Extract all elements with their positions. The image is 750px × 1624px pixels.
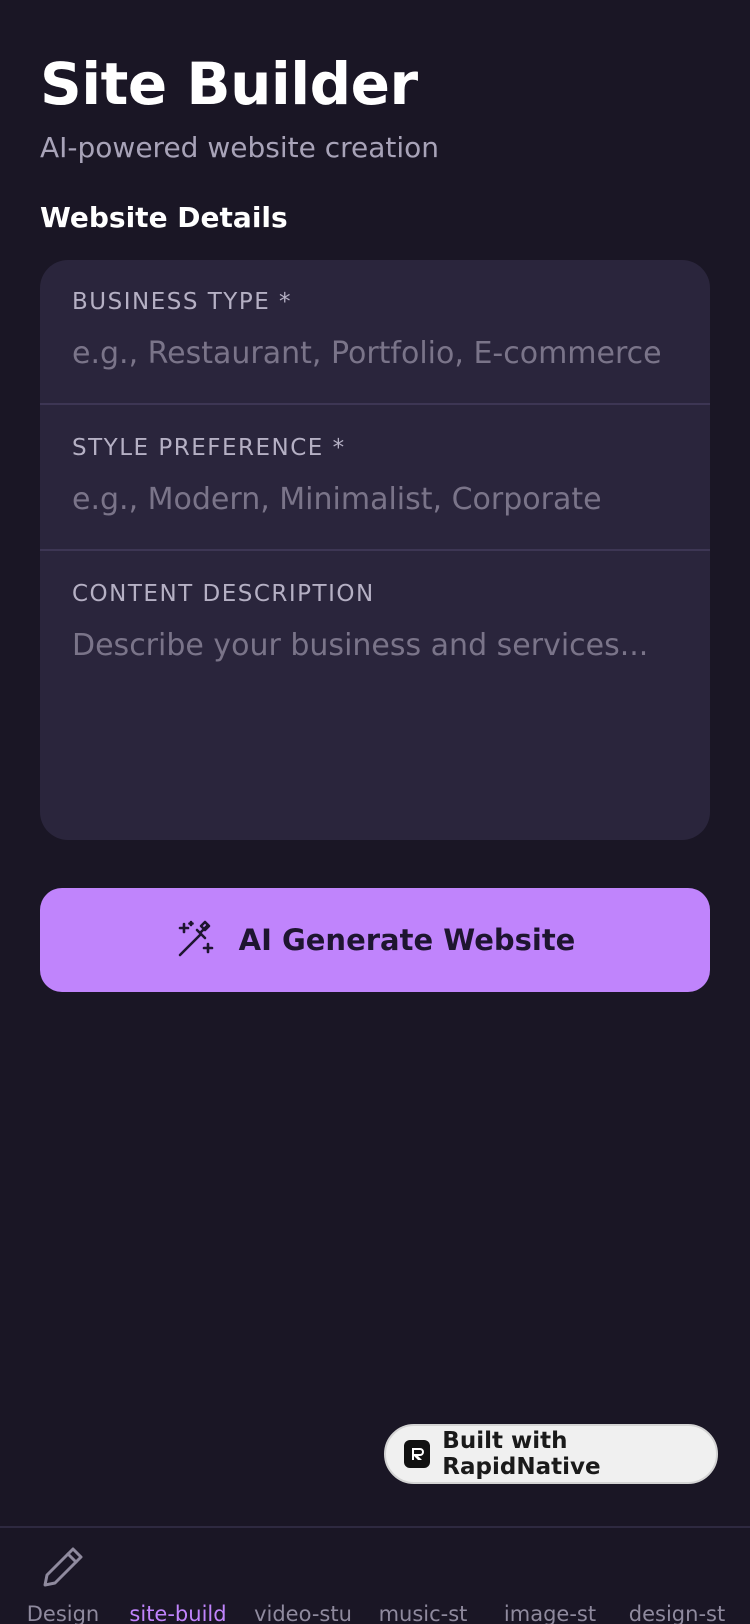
pencil-icon: [43, 1547, 83, 1587]
rapidnative-logo-icon: [404, 1440, 431, 1468]
tab-design-studio[interactable]: design-st: [622, 1528, 732, 1624]
page-subtitle: AI-powered website creation: [40, 131, 440, 164]
business-type-input[interactable]: [72, 332, 682, 376]
tab-label: Design: [26, 1602, 100, 1624]
business-type-field: BUSINESS TYPE *: [40, 260, 710, 405]
tab-label: site-build: [129, 1602, 227, 1624]
content-description-field: CONTENT DESCRIPTION: [40, 552, 710, 840]
built-with-label: Built with RapidNative: [442, 1428, 601, 1480]
page-title: Site Builder: [40, 50, 418, 118]
website-details-form: BUSINESS TYPE * STYLE PREFERENCE * CONTE…: [40, 260, 710, 840]
style-preference-field: STYLE PREFERENCE *: [40, 406, 710, 551]
style-preference-input[interactable]: [72, 478, 682, 522]
style-preference-label: STYLE PREFERENCE *: [72, 435, 346, 461]
bottom-tab-bar: Design site-build video-stu music-st ima…: [0, 1526, 750, 1624]
tab-image-studio[interactable]: image-st: [495, 1528, 605, 1624]
built-with-rapidnative-badge[interactable]: Built with RapidNative: [384, 1424, 718, 1484]
content-description-label: CONTENT DESCRIPTION: [72, 581, 375, 607]
section-title: Website Details: [40, 201, 288, 234]
tab-video-studio[interactable]: video-stu: [248, 1528, 358, 1624]
business-type-label: BUSINESS TYPE *: [72, 289, 293, 315]
tab-label: image-st: [503, 1602, 597, 1624]
tab-music-studio[interactable]: music-st: [368, 1528, 478, 1624]
ai-generate-website-button[interactable]: AI Generate Website: [40, 888, 710, 992]
tab-label: design-st: [628, 1602, 726, 1624]
content-description-textarea[interactable]: [72, 624, 682, 814]
tab-design[interactable]: Design: [8, 1528, 118, 1624]
tab-site-build[interactable]: site-build: [123, 1528, 233, 1624]
site-builder-screen: Site Builder AI-powered website creation…: [0, 0, 750, 1624]
tab-label: video-stu: [254, 1602, 352, 1624]
magic-wand-icon: [178, 920, 213, 957]
tab-label: music-st: [378, 1602, 468, 1624]
ai-generate-website-label: AI Generate Website: [238, 923, 576, 957]
